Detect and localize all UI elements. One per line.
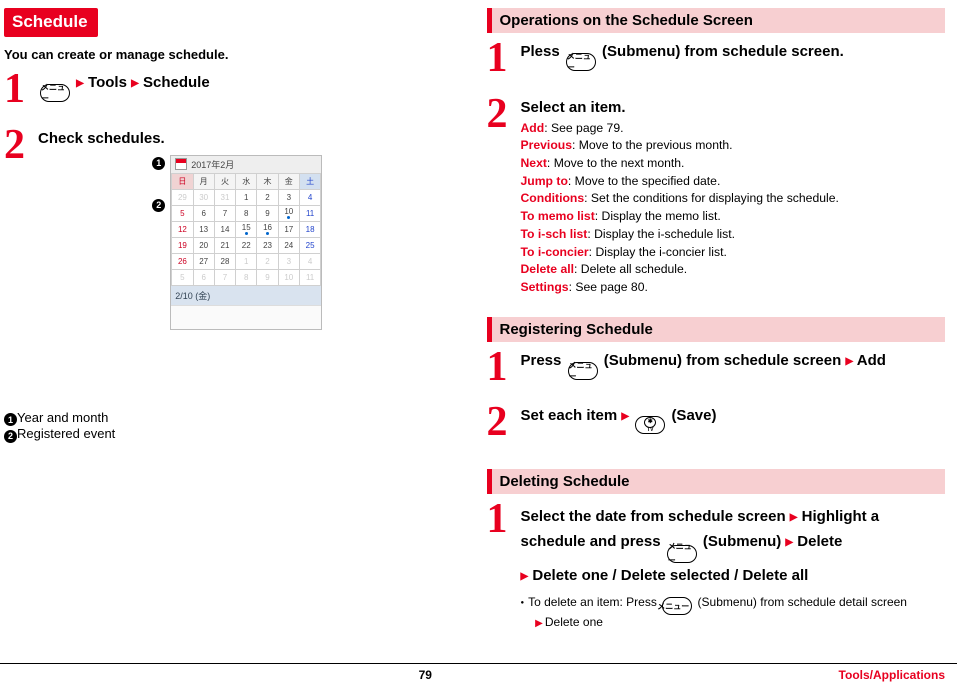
page-number: 79 <box>12 668 839 682</box>
arrow-icon: ▶ <box>535 618 543 629</box>
submenu-item-list: Add: See page 79.Previous: Move to the p… <box>521 120 946 297</box>
legend-label-2: Registered event <box>17 426 115 441</box>
arrow-icon: ▶ <box>76 78 84 89</box>
tv-key-icon: ✱TV <box>635 416 665 434</box>
arrow-icon: ▶ <box>521 571 529 582</box>
calendar-screenshot: 1 2 2017年2月 日月火水木金土 29303112345678910111… <box>170 155 330 330</box>
step-text: Add <box>857 352 886 369</box>
subheading-registering: Registering Schedule <box>487 317 946 342</box>
step2-title: Select an item. <box>521 99 946 116</box>
step2-title: Check schedules. <box>38 130 463 147</box>
arrow-icon: ▶ <box>790 512 798 523</box>
step-text: Set each item <box>521 407 622 424</box>
legend-label-1: Year and month <box>17 410 108 425</box>
arrow-icon: ▶ <box>131 78 139 89</box>
menu-key-icon: メニュー <box>662 597 692 615</box>
step-text: (Submenu) from schedule screen. <box>602 43 844 60</box>
step-number-2: 2 <box>487 405 513 441</box>
calendar-month-label: 2017年2月 <box>191 158 234 171</box>
nav-segment-schedule: Schedule <box>143 74 210 91</box>
arrow-icon: ▶ <box>621 411 629 422</box>
callout-2-icon: 2 <box>152 199 165 212</box>
delete-note: ●To delete an item: Press メニュー (Submenu)… <box>521 595 946 630</box>
subheading-deleting: Deleting Schedule <box>487 469 946 494</box>
calendar-grid: 日月火水木金土 29303112345678910111213141516171… <box>171 173 321 286</box>
arrow-icon: ▶ <box>845 356 853 367</box>
step-text: (Save) <box>671 407 716 424</box>
menu-key-icon: メニュー <box>40 84 70 102</box>
menu-key-icon: メニュー <box>667 545 697 563</box>
step-number-2: 2 <box>4 128 30 164</box>
calendar-app-icon <box>175 158 187 170</box>
step-number-1: 1 <box>487 41 513 77</box>
step-text: (Submenu) <box>703 533 786 550</box>
step-text: (Submenu) from schedule screen <box>604 352 846 369</box>
menu-key-icon: メニュー <box>566 53 596 71</box>
nav-segment-tools: Tools <box>88 74 127 91</box>
legend-marker-2: 2 <box>4 430 17 443</box>
step-text: Press <box>521 352 566 369</box>
step-text: Highlight a <box>802 508 880 525</box>
legend-marker-1: 1 <box>4 413 17 426</box>
step-text: Pless <box>521 43 564 60</box>
section-footer-label: Tools/Applications <box>839 668 945 682</box>
step-text: schedule and press <box>521 533 665 550</box>
menu-key-icon: メニュー <box>568 362 598 380</box>
subheading-operations: Operations on the Schedule Screen <box>487 8 946 33</box>
intro-text: You can create or manage schedule. <box>4 47 463 62</box>
calendar-selected-date: 2/10 (金) <box>171 286 321 305</box>
step-number-1: 1 <box>487 350 513 386</box>
step-text: Delete one / Delete selected / Delete al… <box>532 567 808 584</box>
step-number-1: 1 <box>487 502 513 538</box>
step-text: Select the date from schedule screen <box>521 508 790 525</box>
step-number-1: 1 <box>4 72 30 108</box>
arrow-icon: ▶ <box>785 537 793 548</box>
step-number-2: 2 <box>487 97 513 133</box>
callout-1-icon: 1 <box>152 157 165 170</box>
section-heading-schedule: Schedule <box>4 8 98 37</box>
step-text: Delete <box>797 533 842 550</box>
